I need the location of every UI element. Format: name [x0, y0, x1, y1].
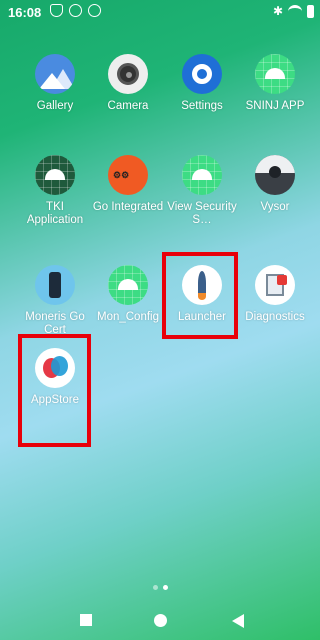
android-icon — [35, 155, 75, 195]
app-label: View Security S… — [167, 201, 237, 226]
page-indicator — [153, 585, 168, 590]
recents-icon[interactable] — [80, 614, 92, 626]
app-label: Gallery — [36, 100, 74, 112]
bluetooth-icon: ✱ — [272, 4, 283, 18]
app-vysor[interactable]: Vysor — [237, 155, 313, 214]
vysor-icon — [255, 155, 295, 195]
app-mon-config[interactable]: Mon_Config — [90, 265, 166, 324]
app-label: Settings — [181, 100, 223, 112]
back-icon[interactable] — [232, 614, 244, 628]
home-icon[interactable] — [154, 614, 167, 627]
app-camera[interactable]: Camera — [90, 54, 166, 113]
status-time: 16:08 — [8, 5, 42, 20]
app-label: TKI Application — [26, 201, 84, 226]
app-label: SNINJ APP — [245, 100, 305, 112]
circle-icon — [88, 4, 101, 17]
app-tki[interactable]: TKI Application — [17, 155, 93, 227]
app-label: Go Integrated — [92, 201, 164, 213]
wifi-icon — [288, 4, 302, 18]
app-label: Diagnostics — [245, 311, 305, 323]
shield-icon — [50, 4, 63, 17]
page-dot-active[interactable] — [163, 585, 168, 590]
moneris-icon — [35, 265, 75, 305]
app-go-integrated[interactable]: ⚙⚙ Go Integrated — [90, 155, 166, 214]
app-diagnostics[interactable]: Diagnostics — [237, 265, 313, 324]
gallery-icon — [35, 54, 75, 94]
navigation-bar — [0, 606, 320, 640]
dk-icon — [69, 4, 82, 17]
camera-icon — [108, 54, 148, 94]
app-sninj[interactable]: SNINJ APP — [237, 54, 313, 113]
android-icon — [255, 54, 295, 94]
page-dot[interactable] — [153, 585, 158, 590]
app-moneris-go[interactable]: Moneris Go Cert — [17, 265, 93, 337]
highlight-box-appstore — [18, 334, 91, 447]
android-icon — [182, 155, 222, 195]
highlight-box-launcher — [162, 252, 238, 339]
go-integrated-icon: ⚙⚙ — [108, 155, 148, 195]
app-label: Mon_Config — [96, 311, 159, 323]
app-label: Camera — [107, 100, 149, 112]
app-gallery[interactable]: Gallery — [17, 54, 93, 113]
battery-icon — [307, 4, 314, 18]
android-icon — [108, 265, 148, 305]
status-bar: 16:08 ✱ — [0, 0, 320, 26]
diagnostics-icon — [255, 265, 295, 305]
settings-icon — [182, 54, 222, 94]
app-view-security[interactable]: View Security S… — [164, 155, 240, 227]
app-label: Vysor — [260, 201, 290, 213]
app-settings[interactable]: Settings — [164, 54, 240, 113]
